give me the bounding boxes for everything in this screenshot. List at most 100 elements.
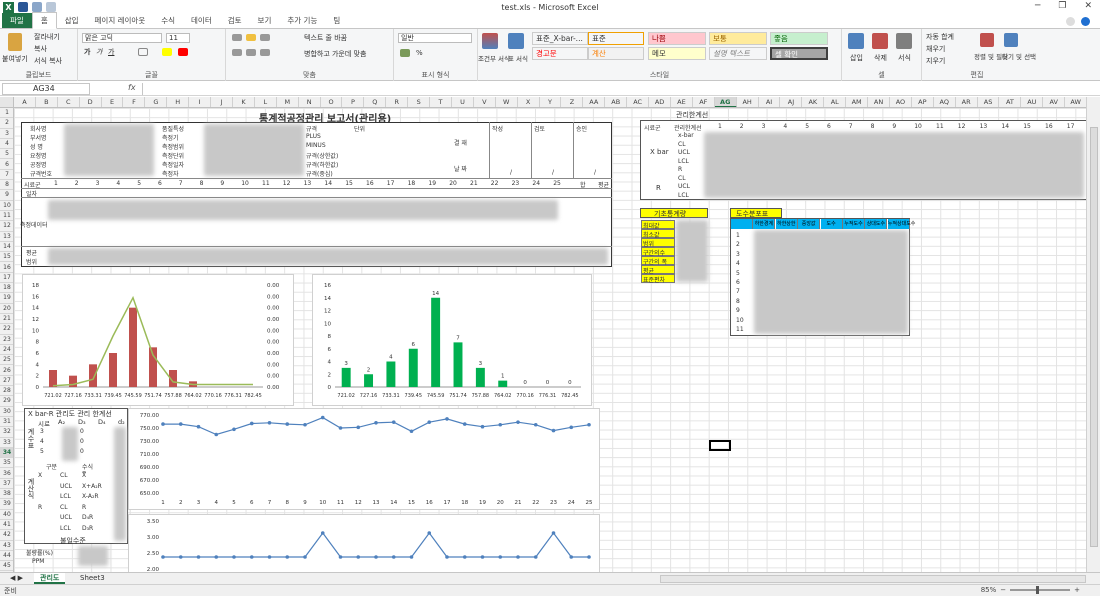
tab-formulas[interactable]: 수식 (153, 13, 183, 28)
scrollbar-thumb[interactable] (1090, 127, 1098, 547)
column-header-J[interactable]: J (211, 97, 233, 107)
tab-insert[interactable]: 삽입 (57, 13, 87, 28)
column-header-R[interactable]: R (386, 97, 409, 107)
column-header-U[interactable]: U (452, 97, 474, 107)
delete-cells-icon[interactable] (872, 33, 888, 49)
fill-button[interactable]: 채우기 (926, 44, 945, 54)
column-header-N[interactable]: N (299, 97, 321, 107)
column-header-P[interactable]: P (343, 97, 365, 107)
zoom-slider[interactable] (1010, 586, 1071, 594)
percent-icon[interactable]: % (416, 49, 423, 57)
row-header-16[interactable]: 16 (0, 263, 13, 273)
row-header-34[interactable]: 34 (0, 447, 13, 459)
column-header-G[interactable]: G (145, 97, 168, 107)
cell-style-0[interactable]: 표준_X-bar-... (532, 32, 588, 45)
bold-icon[interactable]: 가 (84, 47, 90, 57)
fx-icon[interactable]: fx (128, 83, 136, 92)
row-header-15[interactable]: 15 (0, 252, 13, 263)
row-header-24[interactable]: 24 (0, 345, 13, 356)
row-header-8[interactable]: 8 (0, 180, 13, 191)
cell-style-3[interactable]: 보통 (709, 32, 767, 45)
close-button[interactable]: ✕ (1084, 1, 1092, 11)
horizontal-scrollbar[interactable] (660, 575, 1086, 583)
wrap-text-button[interactable]: 텍스트 줄 바꿈 (304, 33, 347, 43)
autosum-button[interactable]: 자동 합계 (926, 32, 954, 42)
border-icon[interactable] (138, 48, 148, 56)
column-header-AC[interactable]: AC (627, 97, 650, 107)
cell-style-5[interactable]: 경고문 (532, 47, 588, 60)
currency-icon[interactable] (400, 49, 410, 57)
column-header-AS[interactable]: AS (978, 97, 1000, 107)
column-header-K[interactable]: K (233, 97, 255, 107)
paste-icon[interactable] (8, 33, 22, 51)
row-header-5[interactable]: 5 (0, 149, 13, 160)
row-header-26[interactable]: 26 (0, 366, 13, 376)
cut-button[interactable]: 잘라내기 (34, 32, 60, 42)
column-header-AQ[interactable]: AQ (934, 97, 956, 107)
row-header-29[interactable]: 29 (0, 396, 13, 407)
row-header-23[interactable]: 23 (0, 335, 13, 345)
tab-review[interactable]: 검토 (220, 13, 250, 28)
row-header-31[interactable]: 31 (0, 417, 13, 428)
row-header-9[interactable]: 9 (0, 190, 13, 201)
zoom-in-icon[interactable]: + (1074, 586, 1080, 594)
insert-button[interactable]: 삽입 (850, 53, 863, 63)
font-size-select[interactable]: 11 (166, 33, 190, 43)
column-header-T[interactable]: T (430, 97, 452, 107)
restore-button[interactable]: ❐ (1058, 1, 1066, 11)
align-left-icon[interactable] (232, 49, 242, 56)
align-right-icon[interactable] (260, 49, 270, 56)
cell-style-6[interactable]: 계산 (588, 47, 644, 60)
cell-style-8[interactable]: 설명 텍스트 (709, 47, 767, 60)
tab-addins[interactable]: 추가 기능 (279, 13, 325, 28)
row-header-22[interactable]: 22 (0, 324, 13, 335)
column-header-D[interactable]: D (80, 97, 102, 107)
sheet-tab-control-chart[interactable]: 관리도 (34, 573, 66, 584)
cell-style-7[interactable]: 메모 (648, 47, 706, 60)
row-header-41[interactable]: 41 (0, 520, 13, 531)
find-select-button[interactable]: 찾기 및 선택 (1002, 51, 1036, 61)
row-header-43[interactable]: 43 (0, 541, 13, 551)
column-header-A[interactable]: A (14, 97, 36, 107)
row-header-14[interactable]: 14 (0, 242, 13, 253)
row-header-13[interactable]: 13 (0, 232, 13, 242)
column-header-M[interactable]: M (277, 97, 299, 107)
column-header-AU[interactable]: AU (1021, 97, 1044, 107)
column-header-AI[interactable]: AI (759, 97, 781, 107)
delete-button[interactable]: 삭제 (874, 53, 887, 63)
column-header-Q[interactable]: Q (364, 97, 387, 107)
xbar-line-chart[interactable]: 650.00 670.00 690.00 710.00 730.00 750.00 770.… (128, 408, 600, 510)
find-select-icon[interactable] (1004, 33, 1018, 47)
sort-filter-icon[interactable] (980, 33, 994, 47)
row-header-11[interactable]: 11 (0, 211, 13, 222)
column-header-AL[interactable]: AL (824, 97, 847, 107)
row-header-36[interactable]: 36 (0, 469, 13, 479)
row-header-44[interactable]: 44 (0, 551, 13, 562)
formula-input[interactable] (142, 83, 1096, 95)
align-center-icon[interactable] (246, 49, 256, 56)
row-header-35[interactable]: 35 (0, 458, 13, 469)
row-header-30[interactable]: 30 (0, 407, 13, 417)
font-color-icon[interactable] (178, 48, 188, 56)
tab-page-layout[interactable]: 페이지 레이아웃 (87, 13, 154, 28)
tab-team[interactable]: 팀 (325, 13, 348, 28)
column-header-AE[interactable]: AE (671, 97, 693, 107)
cell-style-9[interactable]: 셀 확인 (770, 47, 828, 60)
column-header-AP[interactable]: AP (912, 97, 934, 107)
frequency-bar-chart[interactable]: 02468101214163721.022727.164733.316739.4… (312, 274, 592, 406)
row-header-10[interactable]: 10 (0, 201, 13, 211)
column-header-AJ[interactable]: AJ (781, 97, 803, 107)
align-middle-icon[interactable] (246, 34, 256, 41)
paste-button[interactable]: 붙여넣기 (2, 54, 28, 64)
row-header-40[interactable]: 40 (0, 510, 13, 520)
row-header-3[interactable]: 3 (0, 129, 13, 139)
conditional-format-icon[interactable] (482, 33, 498, 49)
row-header-28[interactable]: 28 (0, 386, 13, 397)
format-table-icon[interactable] (508, 33, 524, 49)
row-header-42[interactable]: 42 (0, 530, 13, 541)
zoom-control[interactable]: 85% − + (981, 586, 1080, 594)
zoom-knob[interactable] (1036, 586, 1040, 594)
row-header-38[interactable]: 38 (0, 489, 13, 500)
column-header-Z[interactable]: Z (562, 97, 584, 107)
conditional-format-button[interactable]: 조건부 서식 (478, 53, 510, 63)
